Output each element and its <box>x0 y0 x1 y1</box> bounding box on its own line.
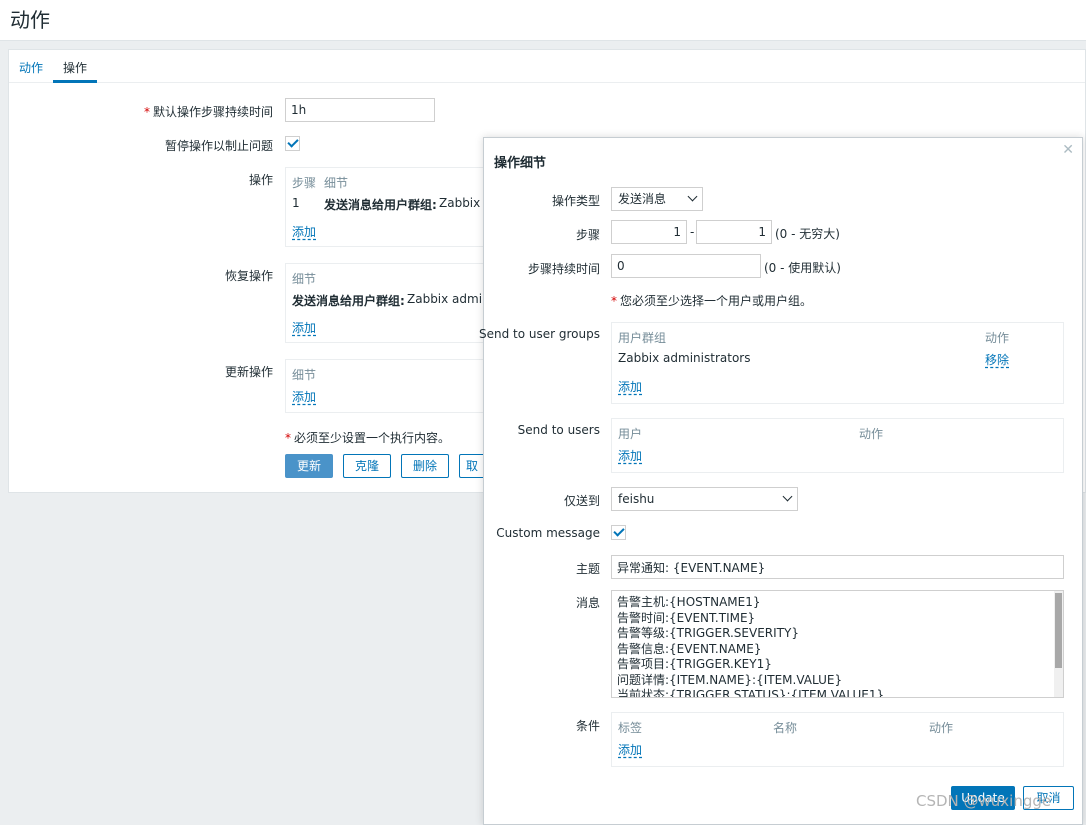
user-groups-col-group: 用户群组 <box>618 331 667 345</box>
update-col-detail: 细节 <box>292 368 317 382</box>
operations-col-detail: 细节 <box>324 176 349 190</box>
operations-row-detail-text: Zabbix a <box>439 196 485 210</box>
default-step-duration-input[interactable] <box>285 98 435 122</box>
update-add-link[interactable]: 添加 <box>292 388 316 405</box>
custom-message-checkbox[interactable] <box>611 525 626 540</box>
conditions-col-name: 名称 <box>773 721 798 735</box>
op-type-label: 操作类型 <box>551 194 600 208</box>
chevron-down-icon <box>687 191 698 202</box>
user-required-note: * 您必须至少选择一个用户或用户组。 <box>611 294 813 308</box>
update-operations-table: 细节 添加 <box>285 359 485 413</box>
cancel-button[interactable]: 取 <box>459 454 485 478</box>
recovery-operations-label: 恢复操作 <box>224 269 273 283</box>
subject-input[interactable] <box>611 555 1064 579</box>
close-icon[interactable]: ✕ <box>1062 142 1074 158</box>
users-col-user: 用户 <box>618 427 643 441</box>
step-duration-hint: (0 - 使用默认) <box>764 261 841 275</box>
tab-bar: 动作 操作 <box>9 50 1085 83</box>
user-groups-add-link[interactable]: 添加 <box>618 378 642 395</box>
chevron-down-icon <box>782 491 793 502</box>
message-line: 问题详情:{ITEM.NAME}:{ITEM.VALUE} <box>617 672 843 687</box>
conditions-col-tag: 标签 <box>618 721 643 735</box>
update-operations-label: 更新操作 <box>224 365 273 379</box>
dialog-title: 操作细节 <box>494 156 547 171</box>
delete-button[interactable]: 删除 <box>401 454 449 478</box>
page-header: 动作 <box>0 0 1086 41</box>
recovery-row-detail-bold: 发送消息给用户群组: <box>292 294 405 308</box>
operations-label: 操作 <box>248 173 273 187</box>
steps-hint: (0 - 无穷大) <box>775 227 840 241</box>
user-groups-label: Send to user groups <box>479 327 600 341</box>
conditions-label: 条件 <box>575 719 600 733</box>
page-title: 动作 <box>10 8 50 32</box>
op-type-select[interactable]: 发送消息 <box>611 187 703 211</box>
operations-add-link[interactable]: 添加 <box>292 223 316 240</box>
step-to-input[interactable] <box>696 220 772 244</box>
watermark: CSDN @wuxingge <box>916 792 1052 810</box>
step-duration-label: 步骤持续时间 <box>527 262 600 276</box>
message-textarea[interactable]: 告警主机:{HOSTNAME1} 告警时间:{EVENT.TIME} 告警等级:… <box>611 590 1064 698</box>
operations-col-step: 步骤 <box>292 176 317 190</box>
users-col-action: 动作 <box>859 427 884 441</box>
message-line: 告警信息:{EVENT.NAME} <box>617 641 762 656</box>
recovery-add-link[interactable]: 添加 <box>292 319 316 336</box>
operations-table: 步骤 细节 1 发送消息给用户群组: Zabbix a 添加 <box>285 167 485 247</box>
user-groups-table: 用户群组 动作 Zabbix administrators 移除 添加 <box>611 322 1064 404</box>
send-only-to-label: 仅送到 <box>563 494 600 508</box>
pause-operations-label: 暂停操作以制止问题 <box>164 139 273 153</box>
message-label: 消息 <box>575 596 600 610</box>
send-only-to-select[interactable]: feishu <box>611 487 798 511</box>
user-groups-col-action: 动作 <box>985 331 1010 345</box>
scrollbar-thumb[interactable] <box>1055 593 1062 668</box>
step-duration-input[interactable] <box>611 254 761 278</box>
message-line: 告警项目:{TRIGGER.KEY1} <box>617 657 772 671</box>
user-group-name: Zabbix administrators <box>618 351 751 365</box>
steps-separator: - <box>690 225 695 239</box>
operations-row-detail-bold: 发送消息给用户群组: <box>324 198 437 212</box>
user-group-remove-link[interactable]: 移除 <box>985 351 1009 368</box>
steps-label: 步骤 <box>575 228 600 242</box>
message-line: 告警等级:{TRIGGER.SEVERITY} <box>617 626 799 640</box>
users-table: 用户 动作 添加 <box>611 418 1064 473</box>
default-step-duration-label: * 默认操作步骤持续时间 <box>143 105 273 119</box>
users-label: Send to users <box>517 423 600 437</box>
clone-button[interactable]: 克隆 <box>343 454 391 478</box>
pause-operations-checkbox[interactable] <box>285 136 300 151</box>
subject-label: 主题 <box>575 562 600 576</box>
conditions-col-action: 动作 <box>929 721 954 735</box>
recovery-row-detail-text: Zabbix adminis <box>407 292 485 306</box>
conditions-table: 标签 名称 动作 添加 <box>611 712 1064 767</box>
conditions-add-link[interactable]: 添加 <box>618 741 642 758</box>
form-required-note: * 必须至少设置一个执行内容。 <box>285 431 451 445</box>
tab-operations[interactable]: 操作 <box>63 59 87 76</box>
recovery-operations-table: 细节 发送消息给用户群组: Zabbix adminis 添加 <box>285 263 485 343</box>
tab-action[interactable]: 动作 <box>19 59 43 76</box>
operations-row-step: 1 <box>292 196 300 210</box>
update-button[interactable]: 更新 <box>285 454 333 478</box>
message-line: 当前状态:{TRIGGER.STATUS}:{ITEM.VALUE1} <box>617 688 885 698</box>
operation-details-dialog: 操作细节 ✕ 操作类型 发送消息 步骤 - (0 - 无穷大) 步骤持续时间 (… <box>479 137 1083 825</box>
recovery-col-detail: 细节 <box>292 272 317 286</box>
message-line: 告警主机:{HOSTNAME1} <box>617 595 761 609</box>
message-scrollbar[interactable] <box>1054 591 1063 697</box>
users-add-link[interactable]: 添加 <box>618 447 642 464</box>
step-from-input[interactable] <box>611 220 687 244</box>
message-line: 告警时间:{EVENT.TIME} <box>617 610 756 625</box>
tab-active-indicator <box>53 80 97 83</box>
custom-message-label: Custom message <box>496 526 600 540</box>
